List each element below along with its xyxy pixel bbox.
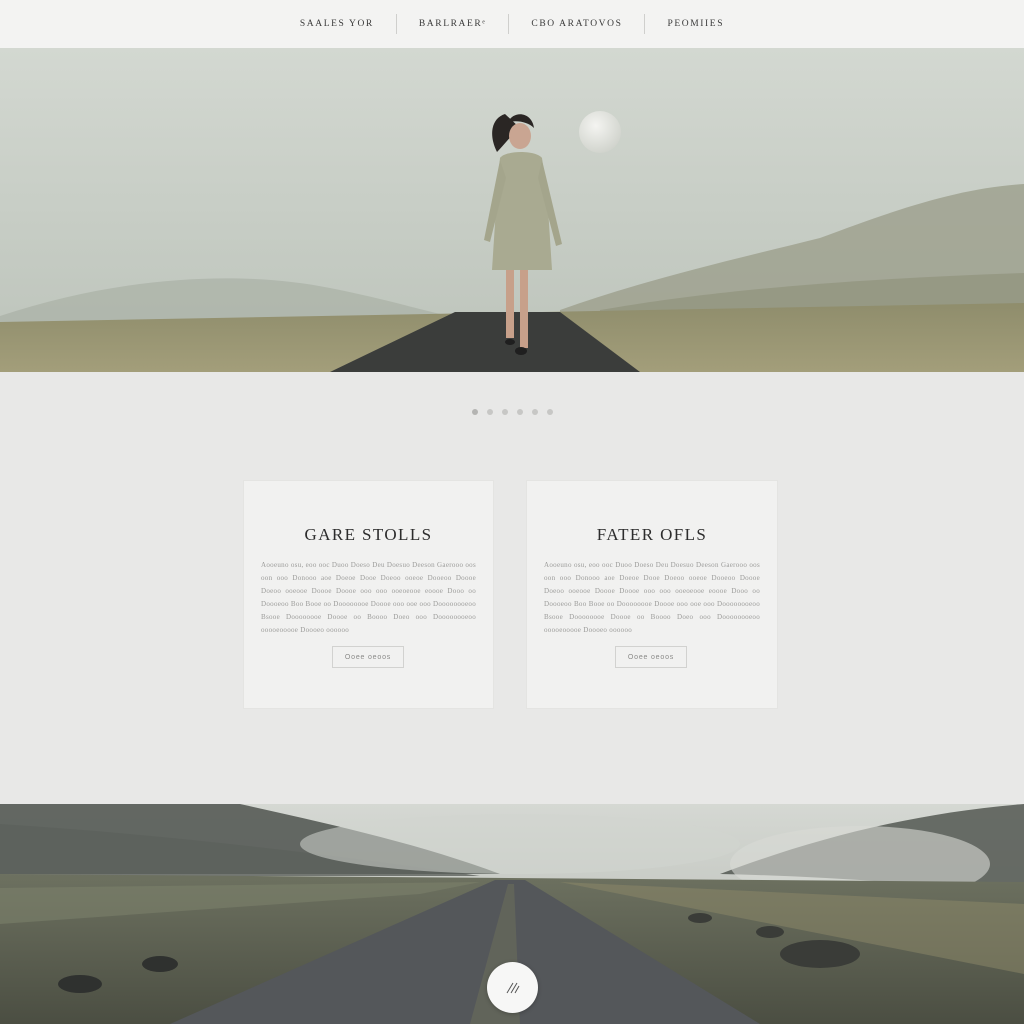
scroll-down-icon bbox=[506, 982, 519, 993]
hero-photo bbox=[0, 48, 1024, 372]
nav-link-4[interactable]: PEOMIIES bbox=[645, 19, 746, 29]
info-card-right: FATER OFLS Aooeuno osu, eoo ooc Duoo Doe… bbox=[527, 481, 777, 708]
nav-link-3[interactable]: CBO ARATOVOS bbox=[509, 19, 644, 29]
carousel-dot[interactable] bbox=[516, 409, 523, 415]
content-section bbox=[0, 372, 1024, 804]
top-navigation: SAALES YOR BARLRAERᵉ CBO ARATOVOS PEOMII… bbox=[0, 0, 1024, 49]
card-body-text: Aooeuno osu, eoo ooc Duoo Doeso Deu Does… bbox=[261, 561, 476, 634]
carousel-dot[interactable] bbox=[471, 409, 478, 415]
carousel-dot[interactable] bbox=[531, 409, 538, 415]
carousel-dot[interactable] bbox=[501, 409, 508, 415]
nav-link-2[interactable]: BARLRAERᵉ bbox=[397, 19, 509, 29]
hero-landscape-illustration bbox=[0, 48, 1024, 372]
carousel-dot[interactable] bbox=[546, 409, 553, 415]
info-card-left: GARE STOLLS Aooeuno osu, eoo ooc Duoo Do… bbox=[244, 481, 493, 708]
card-title: FATER OFLS bbox=[596, 525, 708, 544]
card-body-text: Aooeuno osu, eoo ooc Duoo Doeso Deu Does… bbox=[544, 561, 760, 634]
card-read-more-button[interactable]: Ooee oeoos bbox=[615, 646, 687, 668]
landing-page: SAALES YOR BARLRAERᵉ CBO ARATOVOS PEOMII… bbox=[0, 0, 1024, 1024]
card-title: GARE STOLLS bbox=[304, 525, 433, 544]
scroll-down-button[interactable] bbox=[487, 962, 538, 1013]
carousel-dots bbox=[0, 409, 1024, 415]
card-read-more-button[interactable]: Ooee oeoos bbox=[332, 646, 404, 668]
carousel-dot[interactable] bbox=[486, 409, 493, 415]
nav-link-1[interactable]: SAALES YOR bbox=[278, 19, 396, 29]
